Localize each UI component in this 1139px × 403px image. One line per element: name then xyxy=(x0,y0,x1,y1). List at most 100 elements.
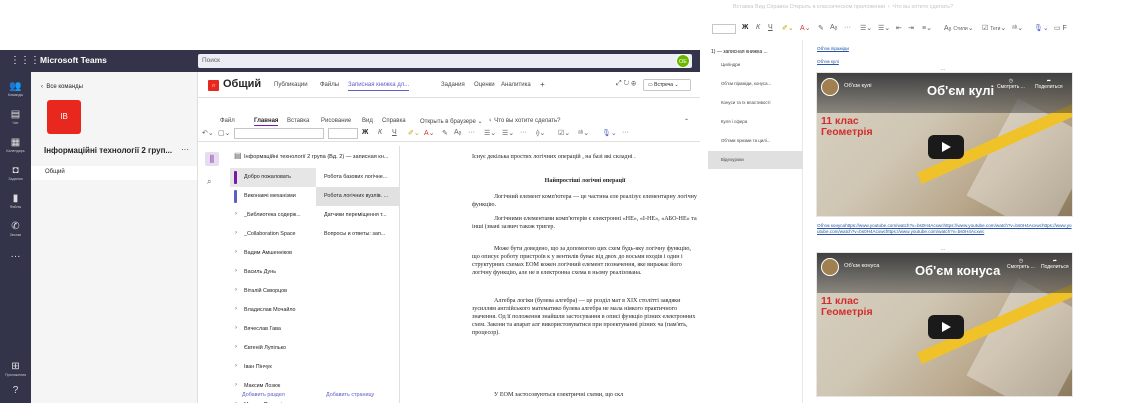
section-item[interactable]: Добро пожаловать xyxy=(230,168,316,187)
bullets-icon[interactable]: ☰⌄ xyxy=(860,24,872,32)
font-color-icon[interactable]: A⌄ xyxy=(424,129,435,137)
section-item[interactable]: › Владислав Мочайло xyxy=(230,301,316,320)
tab-notebook[interactable]: Записная книжка дл... xyxy=(348,82,410,91)
add-section-button[interactable]: Добавить раздел xyxy=(242,392,285,398)
ribbon-tab-help[interactable]: Справка xyxy=(382,118,406,124)
rail-item-files[interactable]: ▮ Файлы xyxy=(0,190,31,218)
video-embed-ball[interactable]: Об'єм кулі Об'єм кулі ◷ Смотреть ... ➦ Под… xyxy=(816,72,1073,217)
page-item[interactable]: Об'єм піраміди, конуса... xyxy=(708,75,803,93)
section-item[interactable]: › Вадим Амшенніков xyxy=(230,244,316,263)
page-item[interactable]: Робота базових логічне... xyxy=(316,168,400,187)
link[interactable]: Об'єм кулі xyxy=(817,59,839,64)
add-page-button[interactable]: Добавить страницу xyxy=(326,392,374,398)
ribbon-tab-view[interactable]: Вид xyxy=(362,118,373,124)
indent-icon[interactable]: ··· xyxy=(520,129,527,136)
clear-format-icon[interactable]: ✎ xyxy=(442,129,448,137)
rail-item-chat[interactable]: ▤ Чат xyxy=(0,106,31,134)
rail-item-calendar[interactable]: ▦ Календарь xyxy=(0,134,31,162)
italic-icon[interactable]: К xyxy=(378,129,382,136)
styles-icon[interactable]: Aᵦ xyxy=(454,129,461,136)
outdent-icon[interactable]: ⇤ xyxy=(896,24,902,32)
collapse-ribbon-icon[interactable]: ⌃ xyxy=(684,118,689,125)
app-launcher-icon[interactable]: ⋮⋮⋮ xyxy=(10,55,40,66)
ribbon-tab-insert[interactable]: Вставка xyxy=(287,118,309,124)
styles-button[interactable]: Aᵦ Стили⌄ xyxy=(944,24,974,32)
tell-me-search[interactable]: ♀ Что вы хотите сделать? xyxy=(488,118,561,124)
ribbon-tab-home[interactable]: Главная xyxy=(254,118,279,126)
highlight-icon[interactable]: ✐⌄ xyxy=(782,24,794,32)
tab-assignments[interactable]: Задания xyxy=(441,82,465,88)
tags-button[interactable]: ☑ Теги⌄ xyxy=(982,24,1006,32)
indent-icon[interactable]: ⇥ xyxy=(908,24,914,32)
section-item[interactable]: › Василь Дунь xyxy=(230,263,316,282)
more-tools-icon[interactable]: ··· xyxy=(622,129,629,136)
rail-item-assignments[interactable]: ◘ Задания xyxy=(0,162,31,190)
styles-icon[interactable]: Aᵦ xyxy=(830,24,837,31)
video-embed-cone[interactable]: Об'єм конуса Об'єм конуса ◷ Смотреть ... … xyxy=(816,252,1073,397)
play-button[interactable] xyxy=(928,315,964,339)
section-item[interactable]: › Євгеній Лупілько xyxy=(230,339,316,358)
page-item[interactable]: Робота логічних вузлів. ... xyxy=(316,187,400,206)
play-button[interactable] xyxy=(928,135,964,159)
team-more-icon[interactable]: ··· xyxy=(181,145,189,154)
spelling-icon[interactable]: ᵃᵇ⌄ xyxy=(578,129,589,137)
tab-posts[interactable]: Публикации xyxy=(274,82,308,88)
channel-item-general[interactable]: Общий xyxy=(31,166,197,180)
section-item[interactable]: › _Collaboration Space xyxy=(230,225,316,244)
rail-item-calls[interactable]: ✆ Звонки xyxy=(0,218,31,246)
font-color-icon[interactable]: A⌄ xyxy=(800,24,811,32)
section-item[interactable]: › Віталій Скворцов xyxy=(230,282,316,301)
rail-item-more[interactable]: ··· xyxy=(0,248,31,276)
ribbon-tab-file[interactable]: Файл xyxy=(220,118,235,124)
share-button[interactable]: ➦ Поделиться xyxy=(1041,258,1069,270)
font-name-dropdown[interactable] xyxy=(234,128,324,139)
page-content[interactable]: Існує декілька простих логічних операцій… xyxy=(468,151,700,403)
bullets-icon[interactable]: ☰⌄ xyxy=(484,129,496,137)
expand-refresh-globe-icons[interactable]: ⤢ ↻ ⊕ xyxy=(616,80,636,88)
page-item[interactable]: Вопросы и ответы: зап... xyxy=(316,225,400,244)
add-tab-button[interactable]: + xyxy=(540,80,545,89)
paint-icon[interactable]: ⟠⌄ xyxy=(536,129,545,137)
open-in-browser-button[interactable]: Открыть в браузере ⌄ xyxy=(420,118,483,125)
bold-icon[interactable]: Ж xyxy=(362,129,368,136)
onenote-page-content[interactable]: Об'єм піраміди Об'єм кулі ... Об'єм кулі… xyxy=(808,40,1139,403)
back-to-teams-link[interactable]: ‹ Все команды xyxy=(41,84,83,90)
search-input[interactable]: Поиск xyxy=(198,54,692,68)
link[interactable]: Об'єм піраміди xyxy=(817,46,849,51)
clipboard-icon[interactable]: ▢⌄ xyxy=(218,129,230,137)
page-item[interactable]: Куля і сфера xyxy=(708,113,803,131)
page-item[interactable]: Датчики переміщення т... xyxy=(316,206,400,225)
tags-icon[interactable]: ☑⌄ xyxy=(558,129,570,137)
page-item[interactable]: Циліндри xyxy=(708,56,803,74)
spelling-icon[interactable]: ᵃᵇ⌄ xyxy=(1012,24,1023,32)
section-item[interactable]: › Вячеслав Гава xyxy=(230,320,316,339)
section-item[interactable]: › _Библиотека содерж... xyxy=(230,206,316,225)
share-button[interactable]: ➦ Поделиться xyxy=(1035,78,1063,90)
page-item[interactable]: Конуси та їх властивості xyxy=(708,94,803,112)
page-item[interactable]: Відеоуроки xyxy=(708,151,803,169)
numbering-icon[interactable]: ☰⌄ xyxy=(878,24,890,32)
notebook-title[interactable]: ▤ Інформаційні технології 2 група (Вд. 2… xyxy=(230,151,402,164)
tab-analytics[interactable]: Аналитика xyxy=(501,82,531,88)
watch-later-button[interactable]: ◷ Смотреть ... xyxy=(1007,258,1035,270)
highlight-icon[interactable]: ✐⌄ xyxy=(408,129,420,137)
section-item[interactable]: › Іван Пінчук xyxy=(230,358,316,377)
align-icon[interactable]: ≡⌄ xyxy=(922,24,932,32)
font-size-dropdown[interactable] xyxy=(328,128,358,139)
notebook-icon[interactable]: ⫼ xyxy=(205,152,219,166)
link[interactable]: Об'єм конусаhttps://www.youtube.com/watc… xyxy=(817,223,1072,235)
immersive-reader-icon[interactable]: ▭ F xyxy=(1054,24,1067,32)
more-font-icon[interactable]: ··· xyxy=(844,24,851,31)
bold-icon[interactable]: Ж xyxy=(742,24,748,31)
underline-icon[interactable]: Ч xyxy=(768,24,773,31)
tab-grades[interactable]: Оценки xyxy=(474,82,495,88)
avatar[interactable]: ОЕ xyxy=(676,54,690,68)
tab-files[interactable]: Файлы xyxy=(320,82,339,88)
font-size-dropdown[interactable] xyxy=(712,24,736,34)
section-item[interactable]: Виконавчі механізми xyxy=(230,187,316,206)
clear-format-icon[interactable]: ✎ xyxy=(818,24,824,32)
search-icon[interactable]: ⌕ xyxy=(207,177,211,187)
italic-icon[interactable]: К xyxy=(756,24,760,31)
more-font-icon[interactable]: ··· xyxy=(468,129,475,136)
ribbon-tab-draw[interactable]: Рисование xyxy=(321,118,351,124)
